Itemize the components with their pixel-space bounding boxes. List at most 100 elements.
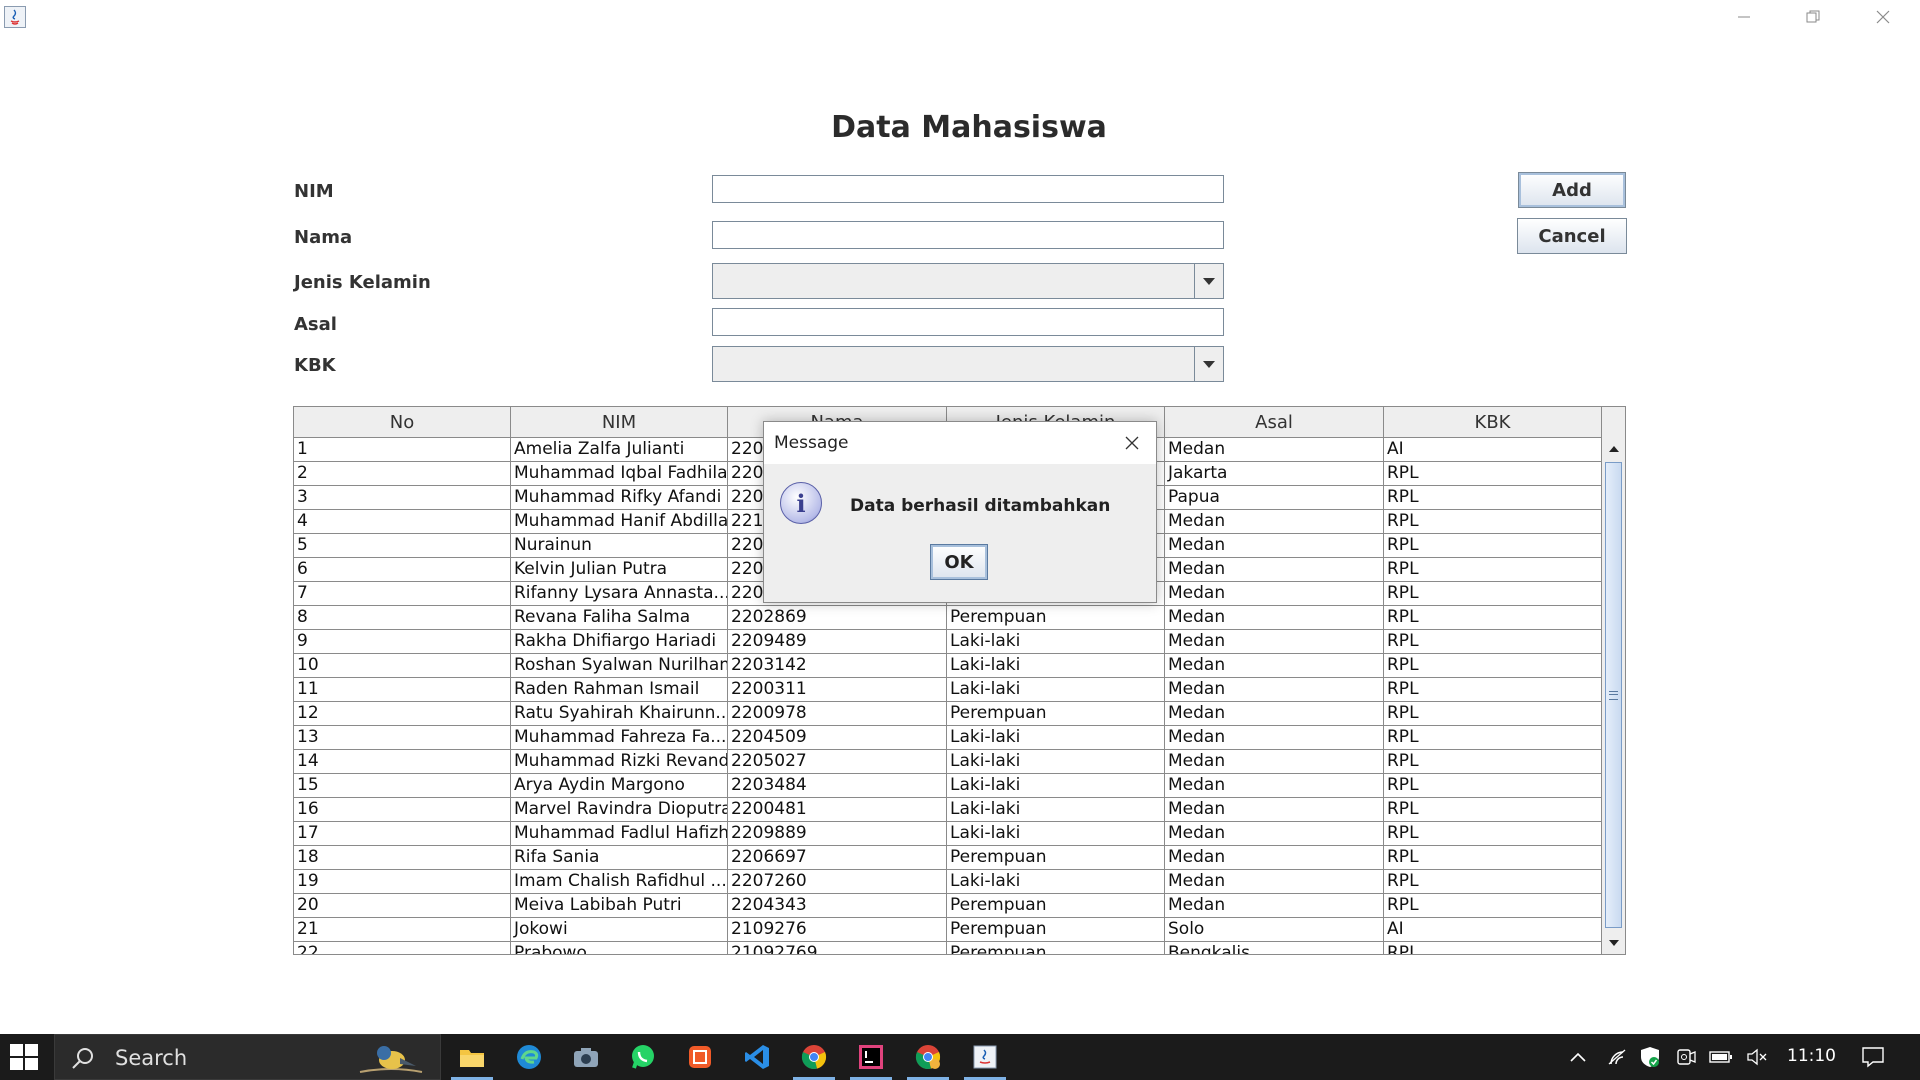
taskbar-chrome-icon[interactable] — [787, 1034, 841, 1080]
table-cell[interactable]: 2209889 — [728, 822, 947, 845]
taskbar-chrome-canary-icon[interactable] — [901, 1034, 955, 1080]
table-cell[interactable]: Bengkalis — [1165, 942, 1384, 954]
dialog-close-button[interactable] — [1112, 426, 1152, 460]
table-cell[interactable]: RPL — [1384, 510, 1602, 533]
table-cell[interactable]: 16 — [294, 798, 511, 821]
table-cell[interactable]: 15 — [294, 774, 511, 797]
table-row[interactable]: 16 Marvel Ravindra Dioputra 2200481 Laki-la… — [294, 798, 1602, 822]
taskbar-intellij-icon[interactable] — [844, 1034, 898, 1080]
table-cell[interactable]: 2204343 — [728, 894, 947, 917]
table-cell[interactable]: 2202869 — [728, 606, 947, 629]
taskbar-clock[interactable]: 11:10 — [1787, 1046, 1836, 1066]
table-row[interactable]: 10 Roshan Syalwan Nurilham 2203142 Laki-lak… — [294, 654, 1602, 678]
table-cell[interactable]: 2209489 — [728, 630, 947, 653]
table-cell[interactable]: Medan — [1165, 678, 1384, 701]
table-cell[interactable]: 18 — [294, 846, 511, 869]
table-cell[interactable]: Meiva Labibah Putri — [511, 894, 728, 917]
table-cell[interactable]: Rifa Sania — [511, 846, 728, 869]
table-row[interactable]: 20 Meiva Labibah Putri 2204343 Perempuan Med… — [294, 894, 1602, 918]
column-header-no[interactable]: No — [294, 407, 511, 437]
windows-start-icon[interactable] — [10, 1044, 38, 1070]
table-row[interactable]: 19 Imam Chalish Rafidhul ... 2207260 Laki-l… — [294, 870, 1602, 894]
table-cell[interactable]: 2207260 — [728, 870, 947, 893]
table-cell[interactable]: Medan — [1165, 750, 1384, 773]
table-cell[interactable]: 2206697 — [728, 846, 947, 869]
table-cell[interactable]: 20 — [294, 894, 511, 917]
table-cell[interactable]: RPL — [1384, 702, 1602, 725]
table-cell[interactable]: Laki-laki — [947, 822, 1165, 845]
table-cell[interactable]: 2 — [294, 462, 511, 485]
table-cell[interactable]: 8 — [294, 606, 511, 629]
table-cell[interactable]: 1 — [294, 438, 511, 461]
table-cell[interactable]: RPL — [1384, 774, 1602, 797]
table-cell[interactable]: RPL — [1384, 750, 1602, 773]
table-cell[interactable]: 4 — [294, 510, 511, 533]
table-cell[interactable]: Perempuan — [947, 846, 1165, 869]
restore-button[interactable] — [1783, 2, 1843, 32]
table-row[interactable]: 17 Muhammad Fadlul Hafizh 2209889 Laki-laki… — [294, 822, 1602, 846]
table-cell[interactable]: 10 — [294, 654, 511, 677]
scrollbar-thumb[interactable] — [1605, 462, 1622, 928]
table-cell[interactable]: Medan — [1165, 894, 1384, 917]
table-cell[interactable]: 2204509 — [728, 726, 947, 749]
table-cell[interactable]: Roshan Syalwan Nurilham — [511, 654, 728, 677]
table-cell[interactable]: Medan — [1165, 630, 1384, 653]
table-row[interactable]: 9 Rakha Dhifiargo Hariadi 2209489 Laki-laki… — [294, 630, 1602, 654]
table-cell[interactable]: Medan — [1165, 846, 1384, 869]
table-cell[interactable]: 2203142 — [728, 654, 947, 677]
table-cell[interactable]: RPL — [1384, 678, 1602, 701]
table-cell[interactable]: Perempuan — [947, 918, 1165, 941]
taskbar-search[interactable]: Search — [54, 1034, 441, 1080]
table-cell[interactable]: 11 — [294, 678, 511, 701]
minimize-button[interactable] — [1714, 2, 1774, 32]
table-cell[interactable]: Perempuan — [947, 894, 1165, 917]
ok-button[interactable]: OK — [930, 544, 988, 580]
table-cell[interactable]: Laki-laki — [947, 798, 1165, 821]
table-cell[interactable]: Muhammad Rifky Afandi — [511, 486, 728, 509]
table-cell[interactable]: Laki-laki — [947, 750, 1165, 773]
table-cell[interactable]: Revana Faliha Salma — [511, 606, 728, 629]
table-cell[interactable]: Medan — [1165, 870, 1384, 893]
nim-field[interactable] — [712, 175, 1224, 203]
table-cell[interactable]: Laki-laki — [947, 654, 1165, 677]
table-cell[interactable]: Medan — [1165, 726, 1384, 749]
table-cell[interactable]: Rakha Dhifiargo Hariadi — [511, 630, 728, 653]
table-cell[interactable]: Ratu Syahirah Khairunn... — [511, 702, 728, 725]
table-cell[interactable]: Muhammad Fadlul Hafizh — [511, 822, 728, 845]
cancel-button[interactable]: Cancel — [1517, 218, 1627, 254]
table-cell[interactable]: 7 — [294, 582, 511, 605]
table-cell[interactable]: 21092769 — [728, 942, 947, 954]
taskbar-whatsapp-icon[interactable] — [616, 1034, 670, 1080]
table-cell[interactable]: 22 — [294, 942, 511, 954]
security-shield-icon[interactable] — [1636, 1034, 1664, 1080]
column-header-asal[interactable]: Asal — [1165, 407, 1384, 437]
column-header-nim[interactable]: NIM — [511, 407, 728, 437]
table-cell[interactable]: RPL — [1384, 486, 1602, 509]
table-cell[interactable]: Perempuan — [947, 942, 1165, 954]
table-cell[interactable]: Medan — [1165, 582, 1384, 605]
table-cell[interactable]: RPL — [1384, 726, 1602, 749]
chevron-down-icon[interactable] — [1194, 347, 1223, 381]
taskbar-vscode-icon[interactable] — [730, 1034, 784, 1080]
table-row[interactable]: 12 Ratu Syahirah Khairunn... 2200978 Peremp… — [294, 702, 1602, 726]
table-cell[interactable]: Medan — [1165, 558, 1384, 581]
table-row[interactable]: 11 Raden Rahman Ismail 2200311 Laki-laki Med… — [294, 678, 1602, 702]
table-cell[interactable]: 2203484 — [728, 774, 947, 797]
table-cell[interactable]: Jakarta — [1165, 462, 1384, 485]
table-cell[interactable]: Muhammad Fahreza Fa... — [511, 726, 728, 749]
table-cell[interactable]: Medan — [1165, 822, 1384, 845]
table-row[interactable]: 21 Jokowi 2109276 Perempuan Solo AI — [294, 918, 1602, 942]
table-cell[interactable]: AI — [1384, 918, 1602, 941]
table-cell[interactable]: Arya Aydin Margono — [511, 774, 728, 797]
battery-icon[interactable] — [1706, 1034, 1736, 1080]
table-cell[interactable]: 21 — [294, 918, 511, 941]
column-header-kbk[interactable]: KBK — [1384, 407, 1602, 437]
table-cell[interactable]: Papua — [1165, 486, 1384, 509]
taskbar-edge-icon[interactable] — [502, 1034, 556, 1080]
table-cell[interactable]: 2200311 — [728, 678, 947, 701]
table-row[interactable]: 13 Muhammad Fahreza Fa... 2204509 Laki-laki… — [294, 726, 1602, 750]
table-cell[interactable]: 2200481 — [728, 798, 947, 821]
table-row[interactable]: 15 Arya Aydin Margono 2203484 Laki-laki Meda… — [294, 774, 1602, 798]
table-cell[interactable]: Solo — [1165, 918, 1384, 941]
table-cell[interactable]: RPL — [1384, 462, 1602, 485]
